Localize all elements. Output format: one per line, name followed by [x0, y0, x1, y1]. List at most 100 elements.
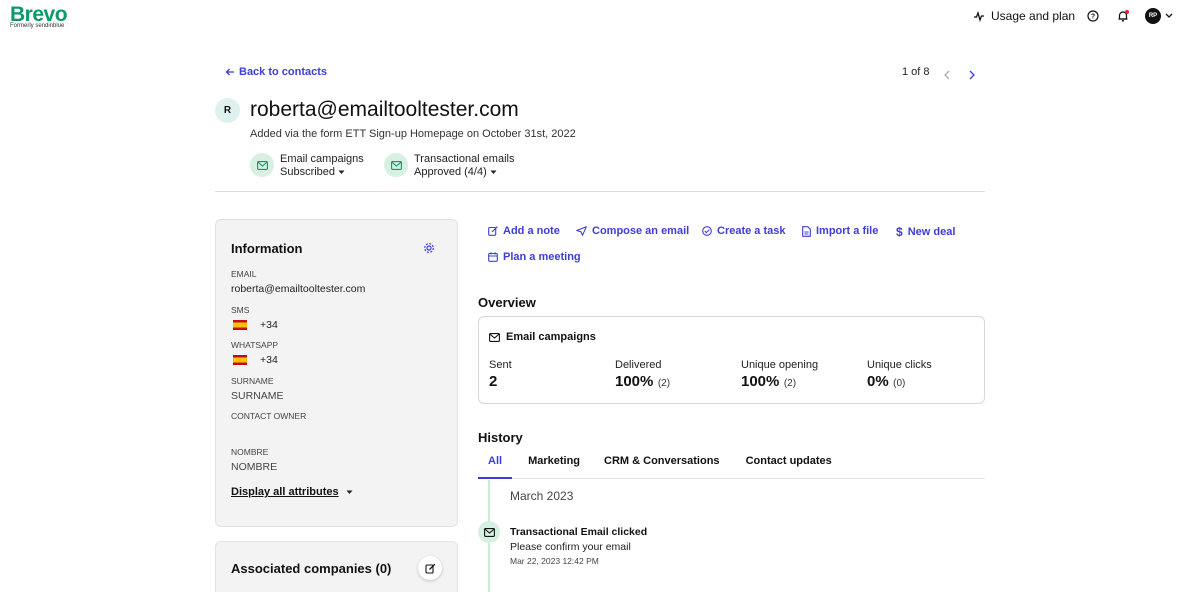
contact-avatar: R [215, 98, 240, 123]
stat-value: 100% [741, 373, 780, 390]
usage-and-plan-label: Usage and plan [991, 9, 1076, 23]
spain-flag-icon [233, 355, 247, 365]
create-task-action[interactable]: Create a task [702, 225, 786, 237]
chevron-down-icon [1165, 13, 1173, 18]
add-note-label: Add a note [503, 225, 560, 237]
associated-companies-title: Associated companies (0) [231, 561, 392, 576]
stat-value: 0% [867, 373, 889, 390]
stat-unique-opening: Unique opening 100% (2) [741, 359, 818, 391]
usage-and-plan-button[interactable]: Usage and plan [973, 9, 1075, 23]
event-timestamp: Mar 22, 2023 12:42 PM [510, 556, 599, 566]
compose-email-action[interactable]: Compose an email [576, 225, 689, 237]
sms-attr-label: SMS [231, 305, 250, 315]
activity-icon [974, 10, 984, 22]
new-deal-label: New deal [907, 226, 956, 238]
tab-crm-conversations[interactable]: CRM & Conversations [590, 452, 730, 479]
associated-companies-card: Associated companies (0) [215, 541, 458, 592]
compose-email-label: Compose an email [592, 225, 690, 237]
transactional-emails-subscription[interactable]: Transactional emails Approved (4/4) [384, 153, 514, 179]
stat-label: Unique clicks [867, 359, 932, 371]
stat-count: (0) [893, 378, 906, 389]
check-circle-icon [702, 226, 712, 236]
brand-formerly: Formerly sendinblue [10, 23, 65, 29]
edit-pencil-icon [424, 563, 435, 574]
stat-value: 100% [615, 373, 654, 390]
import-file-label: Import a file [816, 225, 879, 237]
event-title: Transactional Email clicked [510, 526, 648, 538]
nombre-attr-value: NOMBRE [231, 461, 278, 473]
back-to-contacts-link[interactable]: Back to contacts [225, 66, 327, 78]
whatsapp-attr-value[interactable]: +34 [233, 354, 278, 366]
timeline-month: March 2023 [510, 489, 574, 503]
send-icon [576, 226, 587, 236]
previous-contact-chevron-icon[interactable] [943, 67, 951, 85]
stat-label: Unique opening [741, 359, 819, 371]
caret-down-icon [346, 490, 353, 494]
new-deal-action[interactable]: $ New deal [896, 225, 955, 239]
help-icon[interactable]: ? [1085, 8, 1101, 24]
sms-number: +34 [260, 319, 278, 331]
mail-icon [483, 527, 495, 537]
next-contact-chevron-icon[interactable] [968, 67, 976, 85]
stat-count: (2) [657, 378, 671, 389]
mail-icon [250, 153, 274, 177]
information-title: Information [231, 241, 303, 256]
pager-count: 1 of 8 [902, 66, 930, 78]
edit-companies-button[interactable] [418, 556, 442, 580]
stat-unique-clicks: Unique clicks 0% (0) [867, 359, 932, 391]
mail-icon [384, 153, 408, 177]
stat-delivered: Delivered 100% (2) [615, 359, 670, 391]
overview-card-header: Email campaigns [489, 331, 596, 343]
email-campaigns-subscription[interactable]: Email campaigns Subscribed [250, 153, 364, 179]
overview-title: Overview [478, 295, 536, 310]
stat-sent: Sent 2 [489, 359, 512, 390]
contact-owner-attr-label: CONTACT OWNER [231, 411, 307, 421]
history-tabs: All Marketing CRM & Conversations Contac… [478, 452, 985, 479]
display-all-attributes-toggle[interactable]: Display all attributes [231, 486, 353, 498]
nombre-attr-label: NOMBRE [231, 447, 269, 457]
account-menu[interactable]: RP [1145, 8, 1173, 24]
mail-icon [489, 332, 500, 342]
information-card: Information EMAIL roberta@emailtoolteste… [215, 219, 458, 527]
stat-label: Sent [489, 359, 512, 371]
tab-marketing[interactable]: Marketing [512, 452, 590, 479]
surname-attr-value: SURNAME [231, 390, 284, 402]
tab-all[interactable]: All [478, 452, 513, 479]
settings-gear-icon[interactable] [423, 241, 435, 259]
plan-meeting-label: Plan a meeting [503, 251, 581, 263]
history-title: History [478, 430, 523, 445]
subscription-title: Email campaigns [280, 153, 364, 165]
timeline-event[interactable]: Transactional Email clicked Please confi… [510, 526, 647, 566]
create-task-label: Create a task [717, 225, 786, 237]
notifications-bell-icon[interactable] [1115, 8, 1131, 24]
caret-down-icon [338, 170, 345, 174]
add-note-action[interactable]: Add a note [488, 225, 560, 237]
overview-card-title: Email campaigns [506, 331, 596, 343]
subscription-status: Subscribed [280, 166, 336, 178]
plan-meeting-action[interactable]: Plan a meeting [488, 251, 581, 263]
file-icon [802, 225, 811, 237]
sms-attr-value[interactable]: +34 [233, 319, 278, 331]
email-attr-label: EMAIL [231, 269, 257, 279]
spain-flag-icon [233, 320, 247, 330]
user-avatar: RP [1145, 8, 1161, 24]
surname-attr-label: SURNAME [231, 376, 274, 386]
contact-added-via: Added via the form ETT Sign-up Homepage … [250, 128, 576, 140]
stat-label: Delivered [615, 359, 662, 371]
import-file-action[interactable]: Import a file [802, 225, 878, 237]
email-attr-value: roberta@emailtooltester.com [231, 283, 366, 295]
subscription-status: Approved (4/4) [414, 166, 487, 178]
stat-count: (2) [783, 378, 797, 389]
caret-down-icon [490, 170, 497, 174]
calendar-icon [488, 252, 498, 262]
event-body: Please confirm your email [510, 541, 631, 553]
dollar-icon: $ [896, 225, 903, 239]
subscription-title: Transactional emails [414, 153, 515, 165]
contact-email-title: roberta@emailtooltester.com [250, 98, 519, 121]
whatsapp-attr-label: WHATSAPP [231, 340, 279, 350]
whatsapp-number: +34 [260, 354, 278, 366]
svg-text:?: ? [1091, 14, 1095, 21]
header-divider [215, 191, 985, 192]
back-to-contacts-label: Back to contacts [239, 66, 328, 78]
tab-contact-updates[interactable]: Contact updates [730, 452, 842, 479]
